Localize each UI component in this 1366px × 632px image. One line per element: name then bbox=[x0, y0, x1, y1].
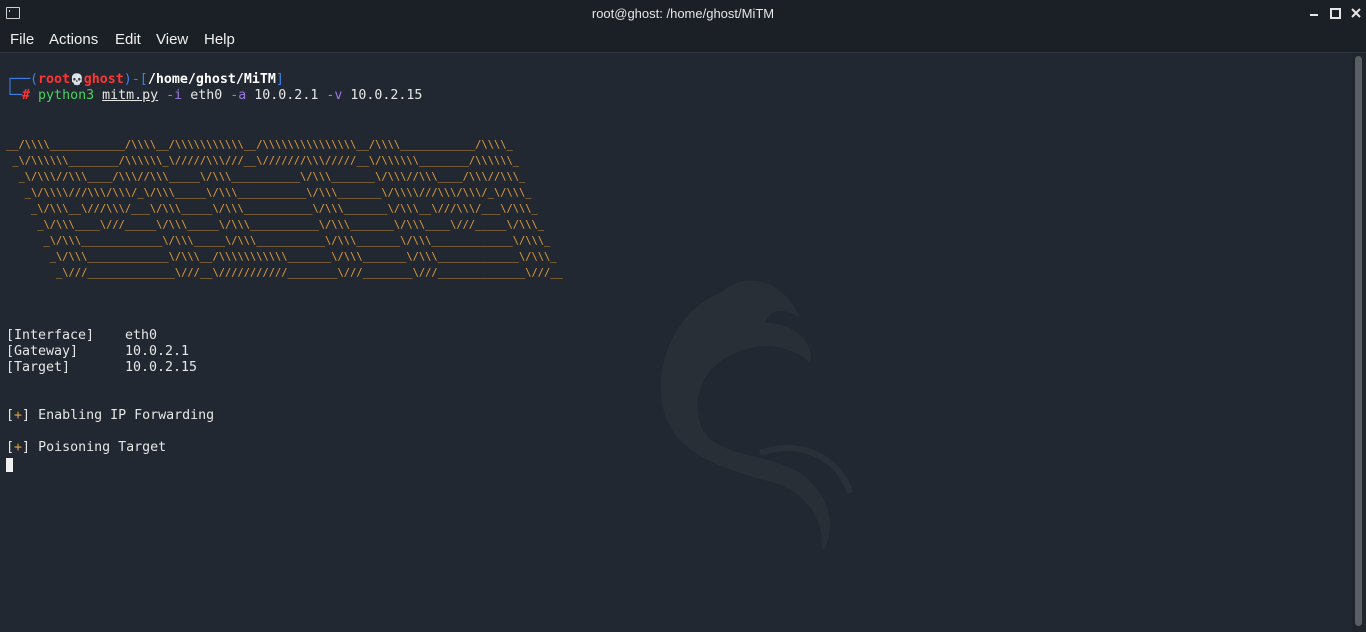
target-label: [Target] bbox=[6, 360, 71, 375]
cmd-python: python3 bbox=[38, 88, 95, 103]
cmd-iface: eth0 bbox=[190, 88, 223, 103]
menu-file[interactable]: File bbox=[10, 31, 34, 48]
cmd-flag-a: -a bbox=[230, 88, 247, 103]
prompt-line-2: └─# python3 mitm.py -i eth0 -a 10.0.2.1 … bbox=[6, 88, 422, 104]
terminal-output[interactable]: ┌──(root💀ghost)-[/home/ghost/MiTM] └─# p… bbox=[0, 53, 1350, 632]
prompt-hash: # bbox=[22, 88, 31, 103]
maximize-button[interactable] bbox=[1327, 5, 1343, 21]
cmd-target: 10.0.2.15 bbox=[350, 88, 423, 103]
menu-bar: File Actions Edit View Help bbox=[0, 28, 1366, 53]
info-gateway-row: [Gateway] 10.0.2.1 bbox=[6, 344, 189, 360]
gateway-value: 10.0.2.1 bbox=[125, 344, 190, 359]
close-icon bbox=[1351, 8, 1361, 18]
status-msg-forwarding: Enabling IP Forwarding bbox=[38, 408, 215, 423]
prompt-path: /home/ghost/MiTM bbox=[147, 72, 276, 87]
minimize-button[interactable] bbox=[1306, 5, 1322, 21]
window-title: root@ghost: /home/ghost/MiTM bbox=[591, 6, 775, 21]
cmd-flag-i: -i bbox=[166, 88, 183, 103]
prompt-sep: )-[ bbox=[123, 72, 148, 87]
status-bracket-close: ] bbox=[22, 408, 31, 423]
interface-value: eth0 bbox=[125, 328, 158, 343]
menu-edit[interactable]: Edit bbox=[115, 31, 141, 48]
prompt-line-1: ┌──(root💀ghost)-[/home/ghost/MiTM] bbox=[6, 72, 284, 88]
menu-help[interactable]: Help bbox=[204, 31, 235, 48]
terminal-cursor bbox=[6, 458, 13, 472]
cmd-gateway: 10.0.2.1 bbox=[254, 88, 319, 103]
info-interface-row: [Interface] eth0 bbox=[6, 328, 157, 344]
status-bracket-open: [ bbox=[6, 440, 15, 455]
interface-label: [Interface] bbox=[6, 328, 95, 343]
cmd-script: mitm.py bbox=[102, 88, 159, 103]
cmd-flag-v: -v bbox=[326, 88, 343, 103]
scrollbar-thumb[interactable] bbox=[1355, 56, 1362, 626]
status-bracket-close: ] bbox=[22, 440, 31, 455]
target-value: 10.0.2.15 bbox=[125, 360, 198, 375]
prompt-open: ┌──( bbox=[6, 72, 39, 87]
scrollbar[interactable] bbox=[1352, 53, 1366, 632]
prompt-user: root bbox=[38, 72, 71, 87]
gateway-label: [Gateway] bbox=[6, 344, 79, 359]
title-bar: root@ghost: /home/ghost/MiTM bbox=[0, 0, 1366, 28]
mitm-ascii-banner: __/\\\\____________/\\\\__/\\\\\\\\\\\__… bbox=[6, 139, 563, 279]
menu-view[interactable]: View bbox=[156, 31, 188, 48]
skull-icon: 💀 bbox=[70, 73, 84, 86]
status-line-forwarding: [+] Enabling IP Forwarding bbox=[6, 408, 214, 424]
prompt-host: ghost bbox=[83, 72, 124, 87]
status-plus: + bbox=[14, 440, 23, 455]
status-plus: + bbox=[14, 408, 23, 423]
info-target-row: [Target] 10.0.2.15 bbox=[6, 360, 197, 376]
menu-actions[interactable]: Actions bbox=[49, 31, 98, 48]
status-line-poisoning: [+] Poisoning Target bbox=[6, 440, 166, 456]
prompt-close: ] bbox=[275, 72, 284, 87]
status-bracket-open: [ bbox=[6, 408, 15, 423]
maximize-icon bbox=[1329, 8, 1341, 19]
close-button[interactable] bbox=[1348, 5, 1364, 21]
minimize-icon bbox=[1310, 14, 1318, 16]
prompt-corner: └─ bbox=[6, 88, 23, 103]
kali-dragon-watermark bbox=[660, 280, 853, 553]
status-msg-poisoning: Poisoning Target bbox=[38, 440, 167, 455]
